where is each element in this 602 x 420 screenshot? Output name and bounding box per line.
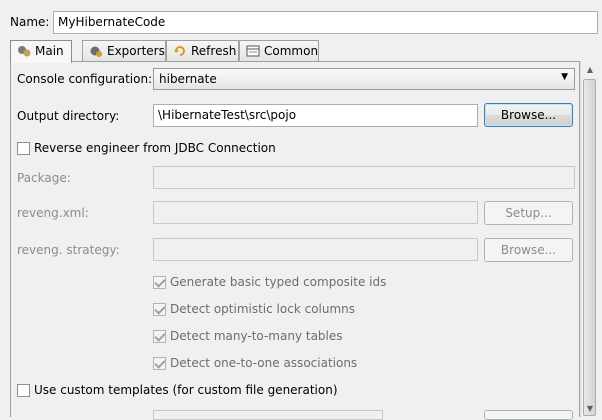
tab-common[interactable]: Common bbox=[239, 40, 319, 62]
one-to-one-label: Detect one-to-one associations bbox=[170, 356, 358, 370]
tab-main[interactable]: Main bbox=[10, 40, 72, 63]
browse-strategy-button[interactable]: Browse... bbox=[484, 238, 573, 262]
tab-common-label: Common bbox=[264, 44, 319, 58]
reverse-engineer-row: Reverse engineer from JDBC Connection bbox=[17, 141, 276, 155]
reverse-engineer-checkbox[interactable] bbox=[17, 141, 30, 155]
composite-ids-option: Generate basic typed composite ids bbox=[153, 275, 386, 289]
template-browse-button[interactable] bbox=[484, 410, 573, 420]
console-configuration-select[interactable]: hibernate ▼ bbox=[153, 68, 575, 90]
custom-templates-label: Use custom templates (for custom file ge… bbox=[34, 383, 338, 397]
tab-exporters[interactable]: Exporters bbox=[82, 40, 166, 62]
name-label: Name: bbox=[10, 15, 50, 29]
exporters-icon bbox=[89, 44, 103, 58]
scroll-up-icon[interactable]: ▲ bbox=[581, 61, 599, 78]
custom-templates-checkbox[interactable] bbox=[17, 383, 30, 397]
tab-main-label: Main bbox=[35, 44, 64, 58]
optimistic-lock-checkbox[interactable] bbox=[153, 302, 166, 316]
output-directory-input[interactable]: \HibernateTest\src\pojo bbox=[153, 104, 478, 127]
scroll-down-icon[interactable]: ▼ bbox=[581, 400, 599, 417]
setup-button[interactable]: Setup... bbox=[484, 201, 573, 225]
name-input[interactable]: MyHibernateCode bbox=[53, 11, 598, 34]
refresh-icon bbox=[173, 44, 187, 58]
package-label: Package: bbox=[17, 171, 71, 185]
tab-refresh[interactable]: Refresh bbox=[166, 40, 239, 62]
many-to-many-label: Detect many-to-many tables bbox=[170, 329, 343, 343]
common-icon bbox=[246, 44, 260, 58]
optimistic-lock-label: Detect optimistic lock columns bbox=[170, 302, 356, 316]
composite-ids-label: Generate basic typed composite ids bbox=[170, 275, 387, 289]
revengxml-label: reveng.xml: bbox=[17, 206, 89, 220]
composite-ids-checkbox[interactable] bbox=[153, 275, 166, 289]
revengxml-input[interactable] bbox=[153, 201, 478, 224]
console-configuration-label: Console configuration: bbox=[17, 72, 153, 86]
vertical-scrollbar[interactable]: ▲ ▼ bbox=[580, 61, 598, 417]
console-configuration-value: hibernate bbox=[159, 72, 217, 86]
template-directory-input[interactable] bbox=[153, 410, 383, 420]
chevron-down-icon: ▼ bbox=[561, 72, 568, 82]
one-to-one-option: Detect one-to-one associations bbox=[153, 356, 357, 370]
many-to-many-checkbox[interactable] bbox=[153, 329, 166, 343]
optimistic-lock-option: Detect optimistic lock columns bbox=[153, 302, 355, 316]
browse-output-button[interactable]: Browse... bbox=[484, 103, 573, 127]
tab-refresh-label: Refresh bbox=[191, 44, 237, 58]
reveng-strategy-label: reveng. strategy: bbox=[17, 243, 120, 257]
tab-exporters-label: Exporters bbox=[107, 44, 165, 58]
reveng-strategy-input[interactable] bbox=[153, 238, 478, 261]
many-to-many-option: Detect many-to-many tables bbox=[153, 329, 343, 343]
custom-templates-row: Use custom templates (for custom file ge… bbox=[17, 383, 338, 397]
package-input[interactable] bbox=[153, 166, 575, 189]
hibernate-main-icon bbox=[17, 44, 31, 58]
reverse-engineer-label: Reverse engineer from JDBC Connection bbox=[34, 141, 276, 155]
scrollbar-thumb[interactable] bbox=[583, 79, 596, 416]
one-to-one-checkbox[interactable] bbox=[153, 356, 166, 370]
output-directory-label: Output directory: bbox=[17, 109, 120, 123]
